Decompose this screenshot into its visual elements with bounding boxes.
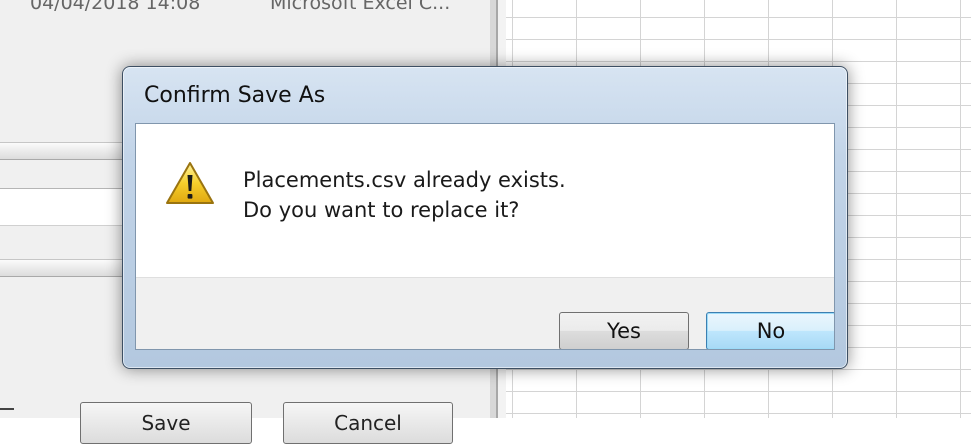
background-divider-mark <box>0 408 14 410</box>
dialog-title: Confirm Save As <box>144 83 326 108</box>
background-save-button[interactable]: Save <box>80 402 252 444</box>
background-cancel-button[interactable]: Cancel <box>283 402 453 444</box>
dialog-body: Placements.csv already exists. Do you wa… <box>135 123 835 350</box>
no-button[interactable]: No <box>706 312 834 349</box>
yes-button[interactable]: Yes <box>559 312 689 349</box>
dialog-content: Placements.csv already exists. Do you wa… <box>136 124 834 278</box>
file-date-text: 04/04/2018 14:08 <box>30 0 201 14</box>
message-line-exists: Placements.csv already exists. <box>243 168 566 192</box>
dialog-message: Placements.csv already exists. Do you wa… <box>243 165 566 225</box>
message-line-replace: Do you want to replace it? <box>243 198 520 222</box>
warning-icon <box>165 161 215 205</box>
file-type-text: Microsoft Excel C... <box>270 0 451 14</box>
confirm-save-as-dialog: Confirm Save As Placements.csv already e… <box>122 66 848 369</box>
